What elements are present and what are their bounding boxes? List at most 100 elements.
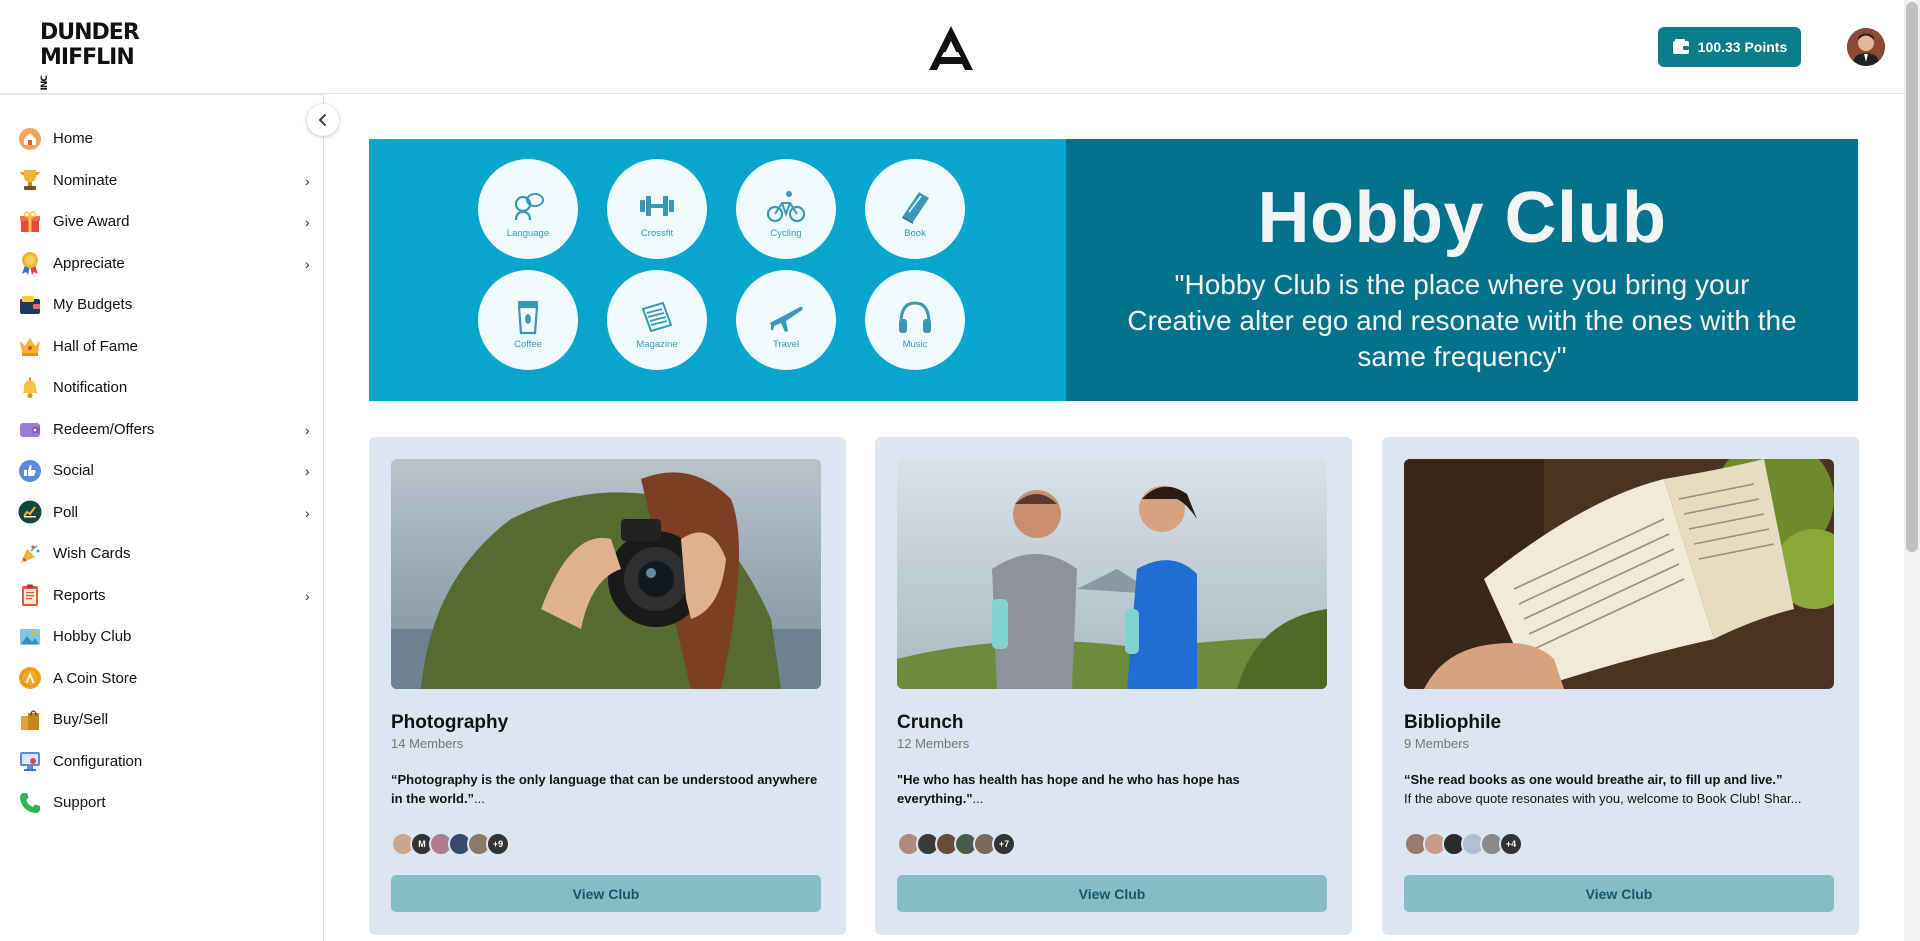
sidebar-item-poll[interactable]: Poll › [0,492,324,534]
speech-bubble-icon [514,192,544,220]
sidebar-item-appreciate[interactable]: Appreciate › [0,243,324,285]
club-description: “She read books as one would breathe air… [1404,772,1802,806]
sidebar-item-reports[interactable]: Reports › [0,575,324,617]
banner-quote: "Hobby Club is the place where you bring… [1127,269,1797,372]
hobby-icon [18,625,42,649]
club-image-crunch [897,459,1327,689]
clipboard-icon [18,583,42,607]
house-icon [18,127,42,151]
member-avatars[interactable]: +7 [897,832,1016,856]
brand-a-logo[interactable] [926,24,976,72]
purse-icon [18,417,42,441]
member-avatars[interactable]: +4 [1404,832,1523,856]
page-scrollbar-thumb[interactable] [1906,2,1918,552]
hobby-cycling: Cycling [736,159,836,259]
sidebar-item-hobby-club[interactable]: Hobby Club [0,616,324,658]
chevron-right-icon: › [305,587,310,604]
points-wallet-button[interactable]: 100.33 Points [1658,27,1801,67]
sidebar-collapse-button[interactable] [307,104,339,136]
hobby-magazine: Magazine [607,270,707,370]
club-image-bibliophile [1404,459,1834,689]
hobby-club-intro: Hobby Club "Hobby Club is the place wher… [1066,139,1858,401]
company-logo[interactable]: DUNDER MIFFLIN INC [40,20,140,90]
chevron-right-icon: › [305,463,310,479]
book-icon [902,191,929,224]
hobby-coffee: Coffee [478,270,578,370]
bicycle-icon [766,190,806,222]
sidebar-item-configuration[interactable]: Configuration [0,741,324,783]
trophy-icon [18,168,42,192]
club-members-count: 14 Members [391,736,464,751]
sidebar-item-buy-sell[interactable]: Buy/Sell [0,699,324,741]
magazine-icon [641,301,673,332]
user-avatar-image [1847,28,1885,66]
chevron-right-icon: › [305,255,310,272]
configuration-icon [18,749,42,773]
logo-suffix: INC [40,75,50,91]
more-members-badge: +4 [1499,832,1523,856]
sidebar-item-redeem-offers[interactable]: Redeem/Offers › [0,409,324,451]
wallet-icon [18,293,42,317]
party-popper-icon [18,542,42,566]
medal-icon [18,251,42,276]
coffee-cup-icon [517,300,539,334]
logo-line2: MIFFLIN [40,45,135,70]
club-title: Bibliophile [1404,712,1502,733]
club-title: Crunch [897,712,964,733]
hobby-icons-panel: Language Crossfit Cycling Book Coffee Ma… [369,139,1066,401]
gift-icon [18,210,42,234]
top-header: DUNDER MIFFLIN INC 100.33 Points [0,0,1904,94]
airplane-icon [770,306,803,332]
hobby-language: Language [478,159,578,259]
sidebar-item-home[interactable]: Home [0,118,324,160]
view-club-button[interactable]: View Club [1404,875,1834,912]
chevron-right-icon: › [305,214,310,230]
thumbs-up-icon [18,459,42,483]
view-club-button[interactable]: View Club [897,875,1327,912]
chevron-right-icon: › [305,504,310,521]
club-title: Photography [391,712,509,733]
sidebar-item-support[interactable]: Support [0,782,324,824]
shopping-bags-icon [18,708,42,732]
club-card-bibliophile: Bibliophile 9 Members “She read books as… [1382,437,1859,935]
sidebar-item-a-coin-store[interactable]: A Coin Store [0,658,324,700]
chevron-right-icon: › [305,421,310,438]
chevron-right-icon: › [305,172,310,189]
sidebar-item-social[interactable]: Social › [0,450,324,492]
sidebar-item-notification[interactable]: Notification [0,367,324,409]
hobby-travel: Travel [736,270,836,370]
user-avatar[interactable] [1847,28,1885,66]
club-description: "He who has health has hope and he who h… [897,772,1240,806]
dumbbell-icon [640,195,674,216]
sidebar-item-my-budgets[interactable]: My Budgets [0,284,324,326]
club-image-photography [391,459,821,689]
poll-icon [18,500,42,524]
crown-icon [18,334,42,358]
more-members-badge: +7 [992,832,1016,856]
club-members-count: 9 Members [1404,736,1470,751]
banner-title: Hobby Club [1257,178,1667,258]
more-members-badge: +9 [486,832,510,856]
chevron-left-icon [318,114,326,126]
logo-line1: DUNDER [40,20,140,45]
wallet-icon [1672,39,1689,54]
club-members-count: 12 Members [897,736,970,751]
hobby-club-banner: Language Crossfit Cycling Book Coffee Ma… [369,139,1858,401]
sidebar-item-nominate[interactable]: Nominate › [0,160,324,202]
sidebar-item-hall-of-fame[interactable]: Hall of Fame [0,326,324,368]
sidebar-item-wish-cards[interactable]: Wish Cards [0,533,324,575]
sidebar-item-give-award[interactable]: Give Award › [0,201,324,243]
phone-icon [18,791,42,815]
club-description: “Photography is the only language that c… [391,772,818,806]
view-club-button[interactable]: View Club [391,875,821,912]
points-label: 100.33 Points [1697,39,1788,55]
hobby-book: Book [865,159,965,259]
club-card-crunch: Crunch 12 Members "He who has health has… [875,437,1352,935]
club-card-photography: Photography 14 Members “Photography is t… [369,437,846,935]
coin-icon [18,666,42,690]
hobby-music: Music [865,270,965,370]
headphones-icon [899,300,931,333]
hobby-crossfit: Crossfit [607,159,707,259]
member-avatars[interactable]: M +9 [391,832,510,856]
sidebar-nav: Home Nominate › Give Award › Appreciate … [0,118,324,824]
